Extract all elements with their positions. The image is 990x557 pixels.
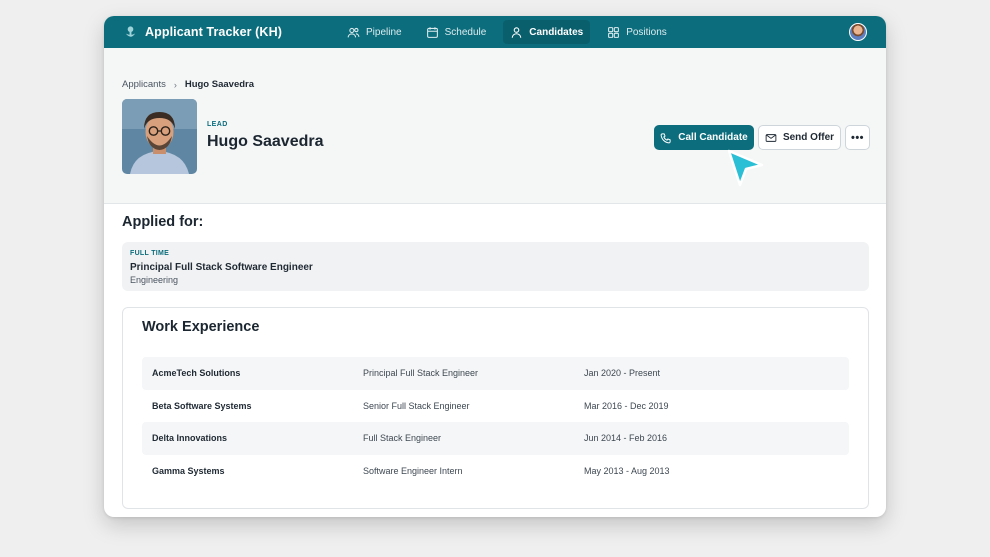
role-cell: Principal Full Stack Engineer — [363, 368, 479, 379]
position-type: FULL TIME — [130, 250, 170, 257]
role-cell: Full Stack Engineer — [363, 433, 442, 444]
company-cell: Beta Software Systems — [152, 400, 252, 411]
table-row: Beta Software Systems Senior Full Stack … — [142, 390, 849, 423]
top-nav-bar: Applicant Tracker (KH) Pipeline Schedule — [104, 16, 886, 48]
app-title: Applicant Tracker (KH) — [145, 25, 282, 39]
nav-item-schedule[interactable]: Schedule — [419, 20, 494, 44]
breadcrumb-applicants-link[interactable]: Applicants — [122, 79, 166, 90]
applied-for-heading: Applied for: — [122, 214, 204, 230]
grid-icon — [608, 26, 620, 38]
candidate-photo — [122, 99, 197, 174]
nav-item-label: Schedule — [444, 26, 487, 38]
logo-icon — [125, 25, 136, 37]
pointer-cursor-icon — [727, 149, 764, 187]
applied-position-card[interactable]: FULL TIME Principal Full Stack Software … — [122, 242, 869, 291]
more-icon: ••• — [850, 131, 865, 144]
candidate-name: Hugo Saavedra — [207, 133, 324, 150]
work-experience-table: AcmeTech Solutions Principal Full Stack … — [142, 357, 849, 487]
dates-cell: Jun 2014 - Feb 2016 — [584, 433, 668, 444]
table-row: Gamma Systems Software Engineer Intern M… — [142, 455, 849, 488]
send-offer-label: Send Offer — [782, 132, 835, 143]
nav-item-label: Positions — [626, 26, 667, 38]
work-experience-heading: Work Experience — [142, 319, 260, 335]
brand[interactable]: Applicant Tracker (KH) — [123, 16, 282, 48]
role-cell: Senior Full Stack Engineer — [363, 400, 470, 411]
work-experience-card: Work Experience AcmeTech Solutions Princ… — [122, 307, 869, 509]
candidate-tag: LEAD — [207, 121, 228, 128]
more-options-button[interactable]: ••• — [845, 125, 870, 150]
breadcrumb: Applicants › Hugo Saavedra — [122, 79, 254, 90]
candidate-portrait — [122, 99, 197, 174]
nav-item-label: Candidates — [529, 26, 584, 38]
call-candidate-label: Call Candidate — [678, 132, 748, 143]
mail-icon — [765, 133, 777, 142]
dates-cell: May 2013 - Aug 2013 — [584, 465, 670, 476]
dates-cell: Jan 2020 - Present — [584, 368, 661, 379]
breadcrumb-current: Hugo Saavedra — [184, 79, 255, 90]
send-offer-button[interactable]: Send Offer — [758, 125, 841, 150]
position-title: Principal Full Stack Software Engineer — [130, 262, 313, 273]
nav-item-pipeline[interactable]: Pipeline — [340, 20, 409, 44]
role-cell: Software Engineer Intern — [363, 465, 463, 476]
table-row: Delta Innovations Full Stack Engineer Ju… — [142, 422, 849, 455]
candidate-header: Applicants › Hugo Saavedra LEAD Hugo Saa… — [104, 48, 886, 204]
company-cell: AcmeTech Solutions — [152, 368, 241, 379]
call-candidate-button[interactable]: Call Candidate — [654, 125, 754, 150]
nav-item-positions[interactable]: Positions — [600, 20, 674, 44]
user-icon — [512, 26, 522, 38]
nav-item-label: Pipeline — [366, 26, 402, 38]
nav-item-candidates[interactable]: Candidates — [503, 20, 591, 44]
table-row: AcmeTech Solutions Principal Full Stack … — [142, 357, 849, 390]
chevron-right-icon: › — [173, 79, 177, 90]
company-cell: Gamma Systems — [152, 465, 225, 476]
company-cell: Delta Innovations — [152, 433, 228, 444]
users-icon — [347, 27, 360, 37]
user-avatar[interactable] — [849, 23, 867, 41]
main-nav: Pipeline Schedule Candidates Positions — [340, 20, 684, 44]
position-department: Engineering — [130, 275, 179, 285]
dates-cell: Mar 2016 - Dec 2019 — [584, 400, 669, 411]
calendar-icon — [426, 26, 438, 38]
phone-icon — [660, 132, 671, 143]
app-window: Applicant Tracker (KH) Pipeline Schedule — [104, 16, 886, 517]
